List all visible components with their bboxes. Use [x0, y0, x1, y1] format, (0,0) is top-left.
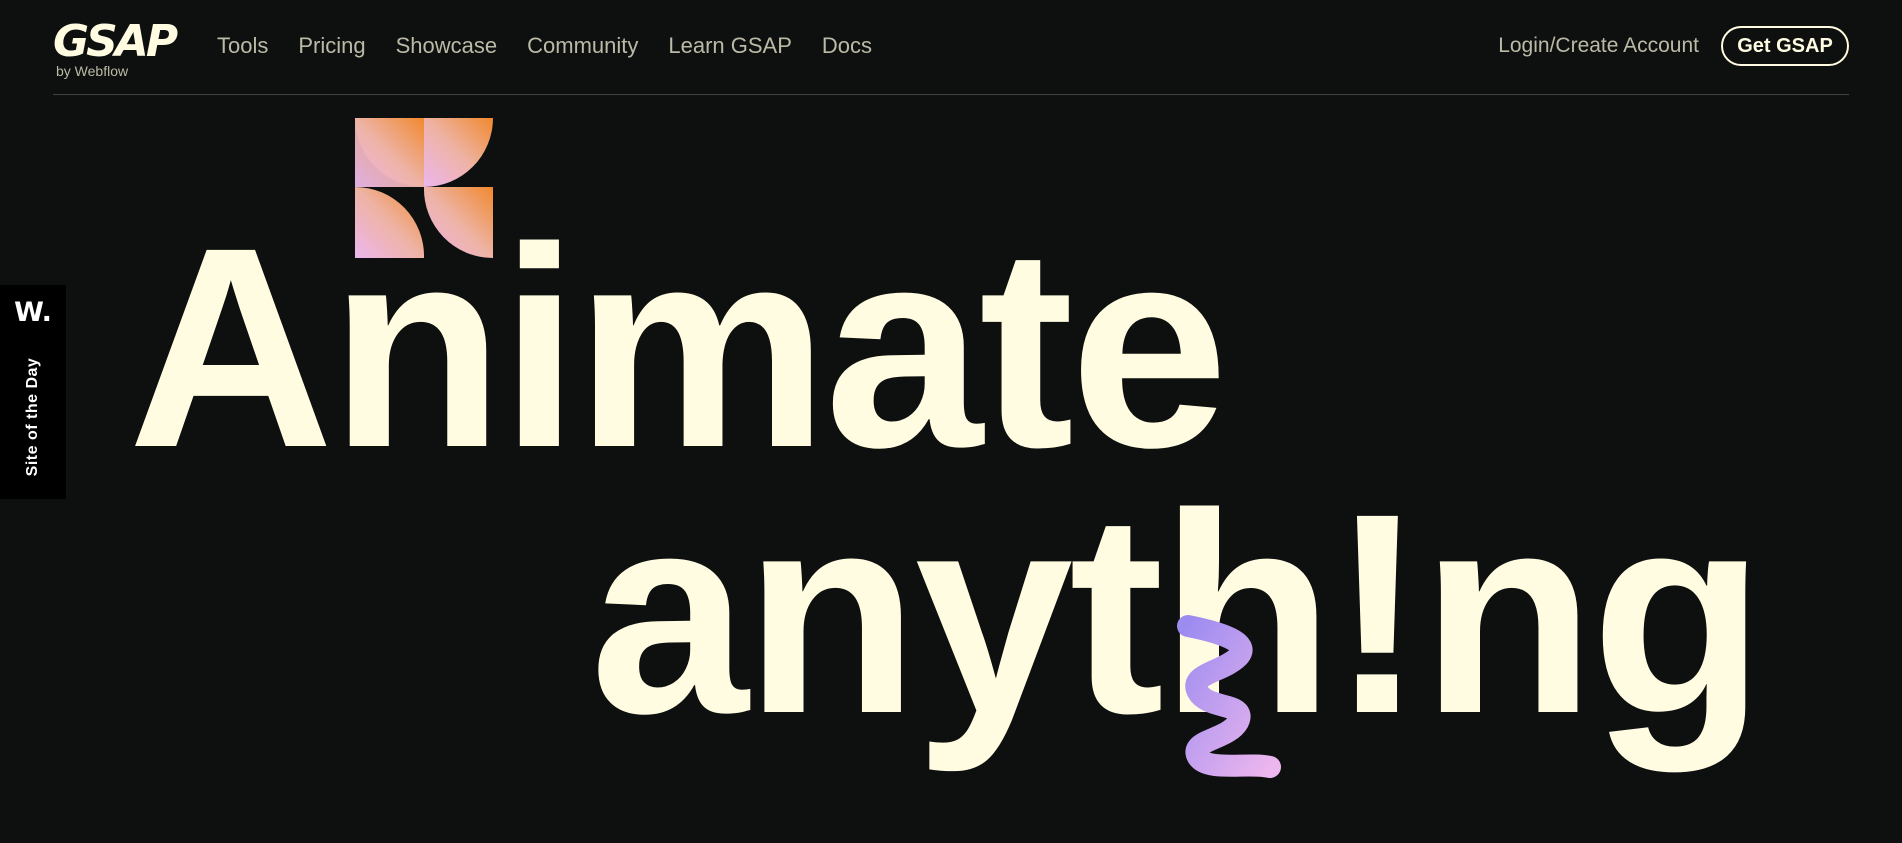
pinwheel-shape-icon: [355, 118, 493, 258]
squiggle-shape-icon: [1177, 615, 1281, 778]
webflow-mark-icon: W.: [14, 297, 52, 328]
nav-link-pricing[interactable]: Pricing: [298, 32, 365, 60]
gsap-logo[interactable]: GSAP by Webflow: [53, 18, 178, 82]
nav-link-tools[interactable]: Tools: [217, 32, 268, 60]
top-nav: GSAP by Webflow Tools Pricing Showcase C…: [53, 0, 1849, 95]
site-of-the-day-badge[interactable]: W. Site of the Day: [0, 285, 66, 499]
badge-label: Site of the Day: [24, 357, 41, 477]
get-gsap-button[interactable]: Get GSAP: [1721, 26, 1849, 66]
login-link[interactable]: Login/Create Account: [1498, 32, 1699, 60]
hero-line-1: Animate: [128, 189, 1228, 507]
nav-links: Tools Pricing Showcase Community Learn G…: [217, 32, 872, 60]
logo-wordmark: GSAP: [53, 16, 178, 67]
logo-subtitle: by Webflow: [56, 63, 129, 79]
nav-link-community[interactable]: Community: [527, 32, 638, 60]
nav-link-learn[interactable]: Learn GSAP: [668, 32, 792, 60]
nav-link-docs[interactable]: Docs: [822, 32, 872, 60]
nav-link-showcase[interactable]: Showcase: [396, 32, 498, 60]
